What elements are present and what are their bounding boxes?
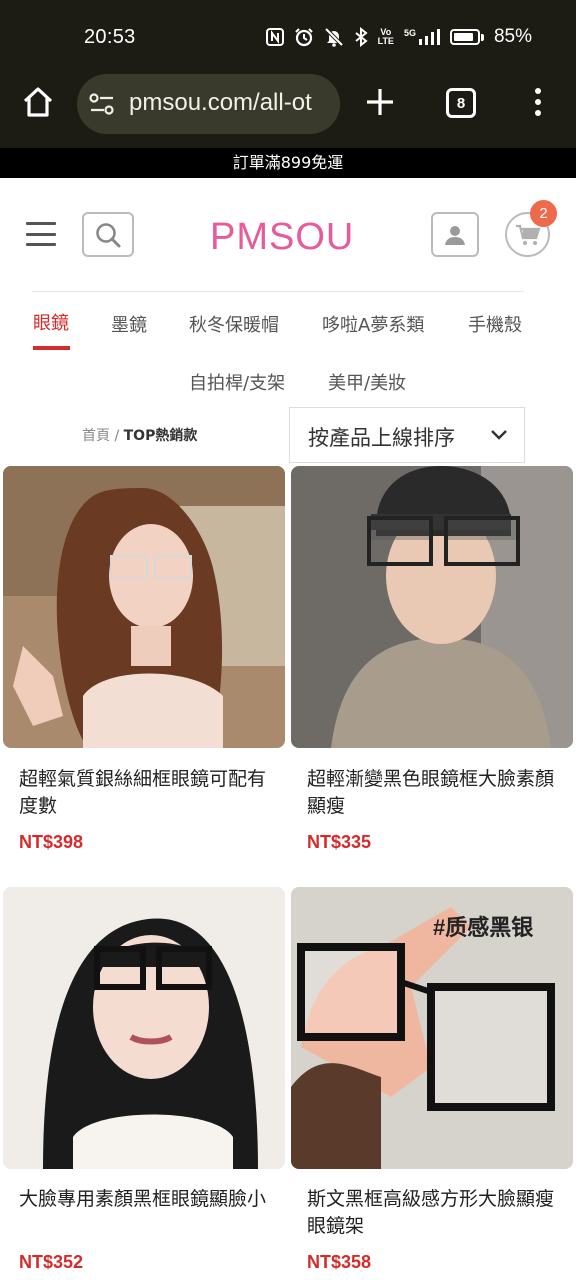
breadcrumb-separator: / [114, 428, 120, 444]
plus-icon[interactable] [364, 86, 396, 118]
logo-text: PMSOU [210, 216, 354, 256]
url-bar[interactable]: pmsou.com/all-ot [77, 74, 340, 134]
site-logo[interactable]: PMSOU [210, 214, 362, 258]
status-bar: 20:53 Vo LTE 5G 85% [0, 0, 576, 72]
product-title[interactable]: 大臉專用素顏黑框眼鏡顯臉小 [19, 1186, 281, 1213]
product-image[interactable] [3, 466, 285, 748]
home-icon[interactable] [20, 84, 56, 120]
product-title[interactable]: 超輕氣質銀絲細框眼鏡可配有度數 [19, 766, 281, 820]
promo-banner[interactable]: 訂單滿899免運 [0, 148, 576, 178]
breadcrumb-home[interactable]: 首頁 [82, 428, 110, 444]
category-tab[interactable]: 美甲/美妝 [328, 369, 406, 395]
tab-count: 8 [456, 94, 466, 112]
chevron-down-icon [491, 430, 507, 440]
sort-selected-value: 按產品上線排序 [308, 426, 455, 450]
product-title[interactable]: 斯文黑框高級感方形大臉顯瘦眼鏡架 [307, 1186, 569, 1240]
account-button[interactable] [431, 212, 479, 257]
tune-icon[interactable] [89, 92, 115, 116]
search-button[interactable] [82, 212, 134, 257]
battery-icon [449, 29, 484, 45]
status-icons: Vo LTE 5G 85% [265, 26, 532, 48]
product-image[interactable] [3, 887, 285, 1169]
category-tab[interactable]: 自拍桿/支架 [189, 369, 285, 395]
product-price: NT$398 [19, 832, 84, 852]
alarm-icon [294, 27, 314, 47]
product-title[interactable]: 超輕漸變黑色眼鏡框大臉素顏顯瘦 [307, 766, 569, 820]
browser-toolbar: pmsou.com/all-ot 8 [0, 72, 576, 148]
user-icon [445, 225, 465, 245]
product-image-caption: #质感黑银 [433, 915, 534, 940]
product-image[interactable] [291, 466, 573, 748]
url-text[interactable]: pmsou.com/all-ot [129, 89, 312, 117]
mute-icon [324, 27, 344, 47]
header-divider [32, 291, 524, 292]
category-tab[interactable]: 墨鏡 [111, 311, 147, 337]
sort-select[interactable]: 按產品上線排序 [289, 407, 525, 463]
status-time: 20:53 [84, 26, 136, 48]
active-tab-underline [33, 346, 70, 350]
signal-icon: 5G [404, 28, 440, 46]
product-image[interactable]: #质感黑银 [291, 887, 573, 1169]
bluetooth-icon [354, 27, 368, 47]
category-tab[interactable]: 眼鏡 [33, 309, 69, 335]
battery-percent: 85% [493, 26, 532, 47]
more-vert-icon[interactable] [528, 84, 548, 120]
product-price: NT$352 [19, 1252, 84, 1272]
category-tab[interactable]: 手機殼 [468, 311, 522, 337]
hamburger-icon[interactable] [26, 222, 56, 246]
category-tab[interactable]: 哆啦A夢系類 [322, 311, 424, 337]
product-price: NT$335 [307, 832, 372, 852]
search-icon [96, 222, 121, 247]
breadcrumb: 首頁 / TOP熱銷款 [82, 425, 197, 445]
category-tab[interactable]: 秋冬保暖帽 [189, 311, 279, 337]
product-price: NT$358 [307, 1252, 372, 1272]
tabs-icon[interactable]: 8 [446, 88, 476, 118]
nfc-icon [265, 28, 284, 46]
cart-icon [515, 224, 541, 245]
battery-fill [453, 33, 473, 41]
volte-icon: Vo LTE [377, 27, 394, 46]
cart-count-badge: 2 [530, 200, 557, 227]
breadcrumb-current: TOP熱銷款 [123, 428, 198, 444]
